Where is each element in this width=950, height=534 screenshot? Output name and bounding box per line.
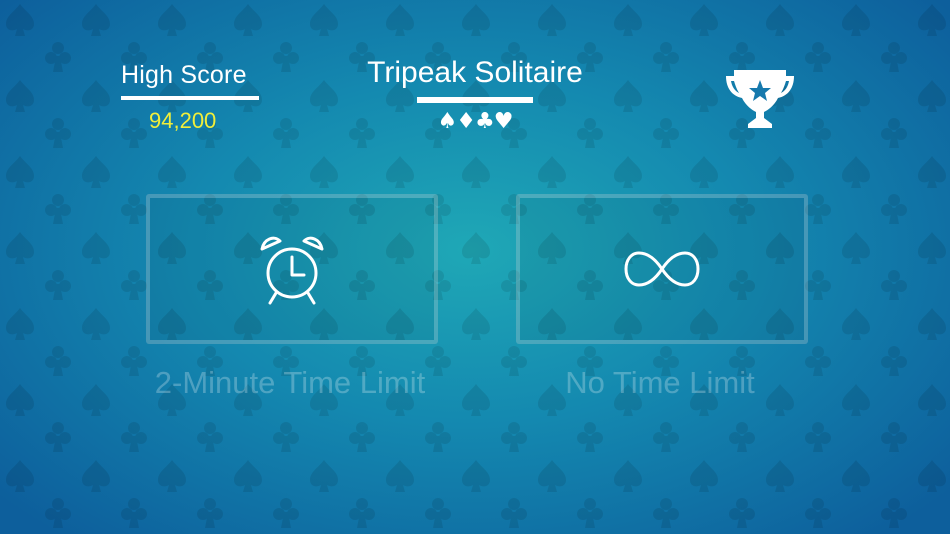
high-score-value: 94,200 (149, 108, 217, 133)
timed-mode-button[interactable] (146, 194, 438, 344)
alarm-clock-icon (260, 236, 324, 305)
high-score-panel: High Score 94,200 (121, 58, 261, 134)
game-title: Tripeak Solitaire (367, 56, 583, 89)
trophy-icon[interactable] (724, 66, 796, 130)
untimed-mode-button[interactable] (516, 194, 808, 344)
title-underline (417, 97, 533, 103)
untimed-mode-label[interactable]: No Time Limit (514, 365, 806, 401)
game-title-block: Tripeak Solitaire ♠♦♣♥ (340, 53, 610, 134)
infinity-icon (624, 251, 700, 287)
card-suits-glyphs: ♠♦♣♥ (437, 109, 514, 134)
high-score-underline (121, 96, 259, 100)
timed-mode-label[interactable]: 2-Minute Time Limit (144, 365, 436, 401)
high-score-label: High Score (121, 61, 247, 89)
